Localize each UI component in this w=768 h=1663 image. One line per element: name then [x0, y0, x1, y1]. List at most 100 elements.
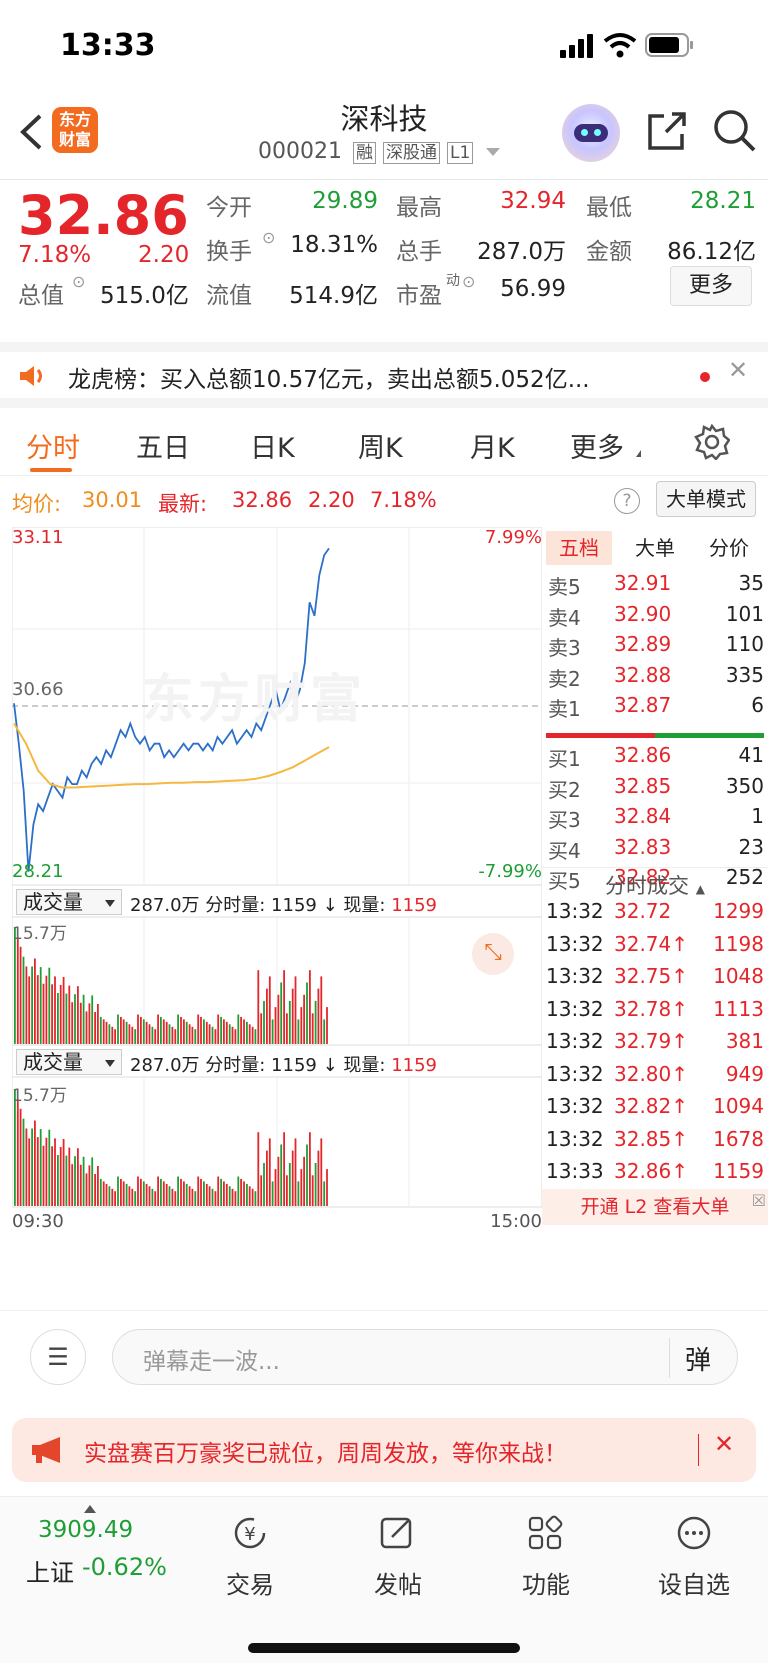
bid-price: 32.85 — [614, 773, 672, 798]
share-icon[interactable] — [646, 110, 688, 152]
trade-volume: 1048 — [713, 964, 764, 988]
trades-title[interactable]: 分时成交 ▲ — [542, 867, 768, 900]
trade-price: 32.79↑ — [614, 1029, 689, 1053]
volume-bar — [220, 1016, 222, 1044]
volume-bar — [51, 1146, 53, 1206]
settings-icon[interactable] — [694, 424, 730, 460]
index-widget[interactable]: 3909.49 上证 -0.62% — [20, 1505, 180, 1595]
tab-more[interactable]: 更多 — [570, 426, 624, 465]
tab-watchlist[interactable]: 设自选 — [634, 1515, 754, 1600]
volume-bar — [36, 1137, 39, 1206]
trade-price: 32.80↑ — [614, 1061, 689, 1086]
volume-bar — [194, 1191, 197, 1206]
tab-functions-label: 功能 — [522, 1571, 570, 1599]
volume-bar — [208, 1186, 211, 1206]
trade-volume: 1678 — [713, 1126, 764, 1151]
volume-bar — [168, 1186, 171, 1206]
tab-day-k[interactable]: 日K — [250, 426, 295, 465]
signal-icon — [560, 34, 593, 58]
volume-value: 287.0万 — [477, 239, 566, 265]
volume-bar — [203, 1181, 205, 1206]
volume-bar — [59, 985, 62, 1044]
volume-bar — [217, 1176, 220, 1206]
order-tab-five[interactable]: 五档 — [546, 531, 612, 565]
tab-month-k[interactable]: 月K — [470, 426, 515, 465]
open-value: 29.89 — [312, 188, 378, 214]
trade-price: 32.86↑ — [614, 1159, 689, 1183]
volume-bar — [160, 1178, 162, 1206]
volume-summary: 287.0万 分时量: 1159 ↓ 现量: 1159 — [130, 891, 437, 917]
help-icon[interactable]: ? — [614, 488, 640, 514]
l2-banner[interactable]: 开通 L2 查看大单 ☒ — [542, 1189, 768, 1225]
order-book: 五档 大单 分价 卖5 32.91 35 卖4 32.90 101 卖3 32.89 110 卖2… — [542, 527, 768, 1307]
volume-bar — [148, 1186, 151, 1206]
latest-change: 2.20 — [308, 488, 355, 512]
expand-icon[interactable]: ⤡ — [472, 933, 514, 975]
index-value: 3909.49 — [38, 1517, 134, 1543]
search-icon[interactable] — [712, 108, 758, 154]
volume-bar — [79, 1002, 82, 1044]
volume-bar — [122, 1019, 125, 1044]
dropdown-icon[interactable] — [486, 148, 501, 156]
volume-bar — [165, 1021, 168, 1044]
volume-bar — [225, 1183, 228, 1206]
tab-trade[interactable]: ¥ 交易 — [190, 1515, 310, 1600]
robot-assistant-icon[interactable] — [562, 104, 620, 162]
close-icon[interactable]: ☒ — [752, 1183, 766, 1219]
info-icon[interactable]: ⊙ — [72, 272, 85, 291]
volume-bar — [286, 1013, 288, 1045]
close-icon[interactable]: ✕ — [728, 356, 748, 384]
volume-bar — [309, 970, 311, 1044]
comment-list-icon[interactable]: ☰ — [30, 1329, 86, 1385]
volume-bar — [34, 958, 36, 1044]
volume-bar — [183, 1019, 185, 1044]
svg-text:¥: ¥ — [244, 1524, 255, 1545]
turnover-label: 换手 — [206, 239, 252, 265]
bottom-tab-bar: 3909.49 上证 -0.62% ¥ 交易 发帖 功能 设自选 — [0, 1496, 768, 1663]
volume-bar — [277, 1156, 280, 1206]
tab-five-day[interactable]: 五日 — [136, 426, 190, 465]
danmu-toggle-button[interactable]: 弹 — [685, 1340, 711, 1377]
volume-bar — [39, 967, 42, 1044]
volume-selector[interactable]: 成交量 — [16, 1049, 122, 1075]
volume-bar — [188, 1186, 191, 1206]
promo-banner[interactable]: 实盘赛百万豪奖已就位，周周发放，等你来战！ ✕ — [12, 1418, 756, 1482]
order-tab-large[interactable]: 大单 — [622, 531, 688, 565]
volume-bar — [180, 1016, 182, 1044]
volume-bar — [88, 1165, 91, 1206]
large-order-mode-button[interactable]: 大单模式 — [656, 481, 756, 517]
volume-selector[interactable]: 成交量 — [16, 889, 122, 915]
chart-svg — [12, 527, 542, 1208]
notice-bar[interactable]: 龙虎榜：买入总额10.57亿元，卖出总额5.052亿... ✕ — [0, 342, 768, 408]
info-icon[interactable]: ⊙ — [262, 228, 275, 247]
close-icon[interactable]: ✕ — [714, 1430, 734, 1458]
intraday-chart[interactable]: 东方财富 33.11 30.66 28.21 7.99% -7.99% 成交量 … — [12, 527, 542, 1307]
volume-bar — [120, 1016, 122, 1044]
tab-intraday[interactable]: 分时 — [26, 426, 80, 465]
volume-bar — [306, 1144, 308, 1206]
tab-post[interactable]: 发帖 — [338, 1515, 458, 1600]
bid-row: 买2 32.85 350 — [542, 774, 768, 806]
y-axis-top: 33.11 — [12, 527, 64, 548]
more-button[interactable]: 更多 — [670, 266, 752, 306]
volume-bar — [114, 1191, 116, 1206]
volume-bar — [286, 1175, 288, 1207]
order-tab-price[interactable]: 分价 — [696, 531, 762, 565]
volume-bar — [309, 1132, 311, 1206]
volume-bar — [97, 1004, 99, 1044]
volume-bar — [14, 1089, 16, 1206]
amount-label: 金额 — [586, 239, 632, 265]
volume-bar — [237, 1176, 240, 1206]
danmu-input[interactable]: 弹幕走一波... 弹 — [112, 1329, 738, 1385]
tab-week-k[interactable]: 周K — [358, 426, 403, 465]
volume-total: 287.0万 — [130, 1055, 200, 1076]
volume-bar — [131, 1026, 134, 1044]
bid-volume: 41 — [738, 743, 764, 767]
volume-bar — [59, 1147, 62, 1206]
tab-functions[interactable]: 功能 — [486, 1515, 606, 1600]
volume-bar — [154, 1029, 157, 1044]
time-axis-end: 15:00 — [490, 1211, 542, 1232]
info-icon[interactable]: ⊙ — [462, 272, 475, 291]
volume-bar — [48, 967, 51, 1044]
trade-row: 13:32 32.74↑ 1198 — [542, 932, 768, 964]
